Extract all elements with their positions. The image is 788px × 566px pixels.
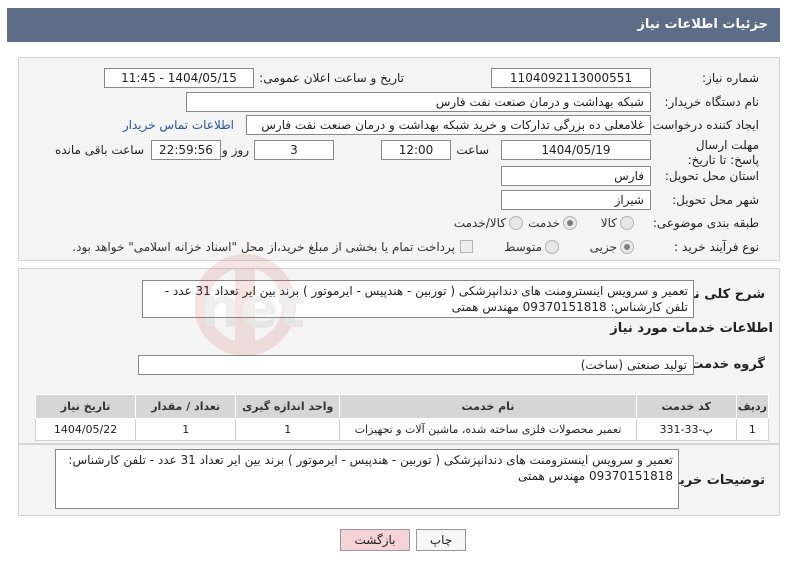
cell-quantity: 1 <box>135 418 237 441</box>
days-field: 3 <box>254 140 334 160</box>
treasury-note: پرداخت تمام یا بخشی از مبلغ خرید،از محل … <box>72 240 455 254</box>
col-need-date: تاریخ نیاز <box>34 394 137 419</box>
services-table: ردیف کد خدمت نام خدمت واحد اندازه گیری ت… <box>34 394 770 441</box>
process-minor-label: جزیی <box>589 240 617 254</box>
process-medium-radio[interactable] <box>545 240 559 254</box>
category-goods-label: کالا <box>600 216 617 230</box>
category-service-label: خدمت <box>528 216 560 230</box>
creator-label: ایجاد کننده درخواست: <box>648 118 759 132</box>
service-group-label: گروه خدمت: <box>685 357 765 372</box>
print-button[interactable]: چاپ <box>416 529 466 551</box>
deadline-time-label: ساعت <box>456 143 489 157</box>
col-service-name: نام خدمت <box>339 394 637 419</box>
creator-field: غلامعلی ده بزرگی تدارکات و خرید شبکه بهد… <box>246 115 651 135</box>
announce-label: تاریخ و ساعت اعلان عمومی: <box>259 71 404 85</box>
cell-row-number: 1 <box>735 418 770 441</box>
province-field: فارس <box>501 166 651 186</box>
province-label: استان محل تحویل: <box>664 169 759 183</box>
cell-service-name: تعمیر محصولات فلزی ساخته شده، ماشین آلات… <box>339 418 637 441</box>
need-number-label: شماره نیاز: <box>702 71 759 85</box>
process-minor-radio[interactable] <box>620 240 634 254</box>
deadline-time-field: 12:00 <box>381 140 451 160</box>
cell-service-code: پ-33-331 <box>635 418 737 441</box>
page-title: جزئیات اطلاعات نیاز <box>7 8 780 42</box>
back-button[interactable]: بازگشت <box>340 529 410 551</box>
col-unit: واحد اندازه گیری <box>235 394 341 419</box>
cell-unit: 1 <box>235 418 341 441</box>
category-label: طبقه بندی موضوعی: <box>652 216 759 230</box>
summary-textarea[interactable]: تعمیر و سرویس اینسترومنت های دندانپزشکی … <box>142 280 694 318</box>
city-field: شیراز <box>501 190 651 210</box>
announce-field: 1404/05/15 - 11:45 <box>104 68 254 88</box>
col-service-code: کد خدمت <box>635 394 737 419</box>
remaining-label: ساعت باقی مانده <box>54 143 144 157</box>
category-goods-radio[interactable] <box>620 216 634 230</box>
city-label: شهر محل تحویل: <box>672 193 759 207</box>
col-row-number: ردیف <box>735 394 770 419</box>
services-heading: اطلاعات خدمات مورد نیاز <box>610 321 773 336</box>
process-label: نوع فرآیند خرید : <box>674 240 759 254</box>
service-group-field: تولید صنعتی (ساخت) <box>138 355 694 375</box>
buyer-field: شبکه بهداشت و درمان صنعت نفت فارس <box>186 92 651 112</box>
cell-need-date: 1404/05/22 <box>34 418 137 441</box>
col-quantity: تعداد / مقدار <box>135 394 237 419</box>
buyer-label: نام دستگاه خریدار: <box>664 95 760 109</box>
deadline-date-field: 1404/05/19 <box>501 140 651 160</box>
summary-section: شرح کلی نیاز: تعمیر و سرویس اینسترومنت ه… <box>18 268 780 444</box>
process-medium-label: متوسط <box>504 240 542 254</box>
treasury-checkbox[interactable] <box>460 240 473 253</box>
deadline-label: مهلت ارسال پاسخ: تا تاریخ: <box>687 138 759 167</box>
remaining-time-field: 22:59:56 <box>151 140 221 160</box>
category-goods-service-label: کالا/خدمت <box>453 216 506 230</box>
days-label: روز و <box>222 143 249 157</box>
category-goods-service-radio[interactable] <box>509 216 523 230</box>
table-row: 1 پ-33-331 تعمیر محصولات فلزی ساخته شده،… <box>34 418 770 441</box>
buyer-contact-link[interactable]: اطلاعات تماس خریدار <box>123 118 234 132</box>
buyer-notes-textarea[interactable]: تعمیر و سرویس اینسترومنت های دندانپزشکی … <box>55 449 679 509</box>
buyer-notes-section: توضیحات خریدار: تعمیر و سرویس اینسترومنت… <box>18 444 780 516</box>
category-service-radio[interactable] <box>563 216 577 230</box>
need-info-panel: شماره نیاز: 1104092113000551 تاریخ و ساع… <box>18 57 780 261</box>
need-number-field: 1104092113000551 <box>491 68 651 88</box>
